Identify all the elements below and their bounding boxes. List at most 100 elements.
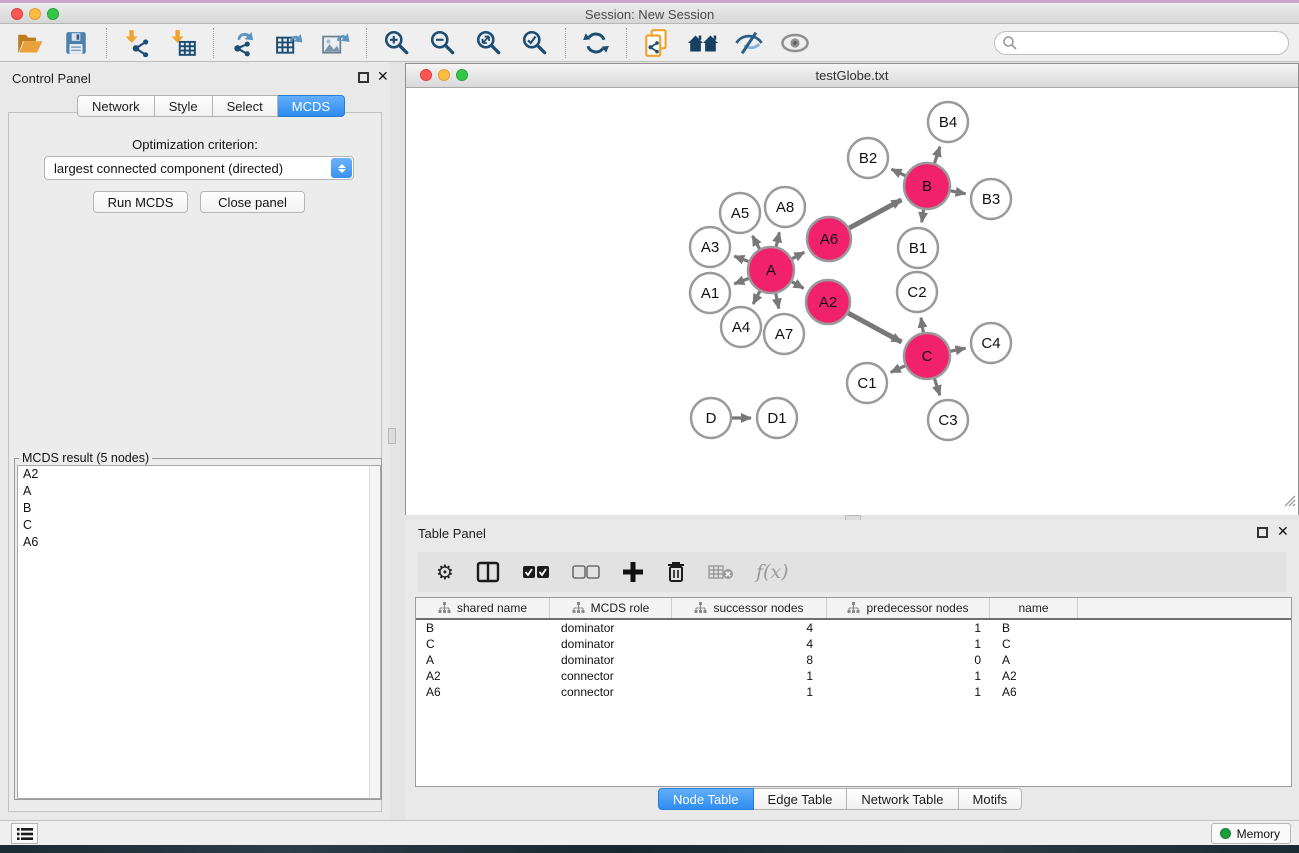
table-row[interactable]: A2connector11A2 bbox=[416, 668, 1291, 684]
network-edge[interactable] bbox=[792, 282, 804, 289]
close-panel-button[interactable]: Close panel bbox=[200, 191, 305, 213]
network-node-A8[interactable]: A8 bbox=[765, 187, 805, 227]
network-edge[interactable] bbox=[934, 379, 939, 395]
network-edge[interactable] bbox=[753, 291, 760, 304]
table-options-gear-icon[interactable]: ⚙ bbox=[436, 562, 454, 582]
import-network-icon[interactable] bbox=[121, 28, 153, 58]
save-session-icon[interactable] bbox=[60, 28, 92, 58]
export-table-icon[interactable] bbox=[274, 28, 306, 58]
search-input[interactable] bbox=[994, 31, 1289, 55]
refresh-icon[interactable] bbox=[580, 28, 612, 58]
column-header-successor-nodes[interactable]: successor nodes bbox=[672, 598, 827, 618]
network-node-B1[interactable]: B1 bbox=[898, 228, 938, 268]
home-icon[interactable] bbox=[687, 28, 719, 58]
network-edge[interactable] bbox=[776, 294, 779, 309]
dropdown-stepper-icon[interactable] bbox=[331, 158, 352, 178]
network-node-C4[interactable]: C4 bbox=[971, 323, 1011, 363]
network-node-D[interactable]: D bbox=[691, 398, 731, 438]
table-row[interactable]: Cdominator41C bbox=[416, 636, 1291, 652]
resize-grip-icon[interactable] bbox=[1283, 494, 1296, 512]
network-edge[interactable] bbox=[752, 236, 759, 249]
vertical-splitter-grip[interactable] bbox=[388, 428, 396, 444]
network-graph-canvas[interactable]: B4B2BB3A5A8A6B1A3AA1C2A2A4A7C4CC1C3DD1 bbox=[406, 88, 1298, 515]
network-node-B2[interactable]: B2 bbox=[848, 138, 888, 178]
network-node-A[interactable]: A bbox=[748, 247, 794, 293]
tab-network[interactable]: Network bbox=[77, 95, 155, 117]
network-edge[interactable] bbox=[849, 200, 901, 228]
delete-rows-trash-icon[interactable] bbox=[666, 561, 686, 583]
import-table-icon[interactable] bbox=[167, 28, 199, 58]
network-edge[interactable] bbox=[848, 313, 901, 342]
hide-panels-eye-icon[interactable] bbox=[733, 28, 765, 58]
open-session-icon[interactable] bbox=[14, 28, 46, 58]
mcds-result-list[interactable]: A2ABCA6 bbox=[17, 465, 381, 799]
network-edge[interactable] bbox=[734, 278, 748, 283]
show-panels-eye-icon[interactable] bbox=[779, 28, 811, 58]
network-node-D1[interactable]: D1 bbox=[757, 398, 797, 438]
close-panel-icon[interactable]: ✕ bbox=[377, 69, 389, 83]
table-row[interactable]: A6connector11A6 bbox=[416, 684, 1291, 700]
tab-style[interactable]: Style bbox=[155, 95, 213, 117]
network-window-titlebar[interactable]: testGlobe.txt bbox=[406, 64, 1298, 88]
table-row[interactable]: Bdominator41B bbox=[416, 620, 1291, 636]
network-node-A2[interactable]: A2 bbox=[806, 280, 850, 324]
duplicate-network-icon[interactable] bbox=[641, 28, 673, 58]
scrollbar-track[interactable] bbox=[369, 466, 380, 798]
run-mcds-button[interactable]: Run MCDS bbox=[93, 191, 188, 213]
tab-network-table[interactable]: Network Table bbox=[847, 788, 958, 810]
network-node-A6[interactable]: A6 bbox=[807, 217, 851, 261]
add-row-plus-icon[interactable] bbox=[622, 561, 644, 583]
network-edge[interactable] bbox=[922, 210, 924, 223]
network-edge[interactable] bbox=[891, 366, 905, 372]
zoom-fit-icon[interactable] bbox=[473, 28, 505, 58]
optimization-criterion-dropdown[interactable]: largest connected component (directed) bbox=[44, 156, 354, 180]
float-panel-icon[interactable] bbox=[358, 72, 369, 83]
show-columns-icon[interactable] bbox=[476, 561, 500, 583]
network-edge[interactable] bbox=[734, 256, 748, 261]
table-row[interactable]: Adominator80A bbox=[416, 652, 1291, 668]
network-node-A5[interactable]: A5 bbox=[720, 193, 760, 233]
deselect-all-icon[interactable] bbox=[572, 564, 600, 580]
result-list-item[interactable]: A2 bbox=[18, 466, 380, 483]
network-edge[interactable] bbox=[951, 348, 966, 351]
column-header-name[interactable]: name bbox=[990, 598, 1078, 618]
export-network-icon[interactable] bbox=[228, 28, 260, 58]
column-header-predecessor-nodes[interactable]: predecessor nodes bbox=[827, 598, 990, 618]
delete-table-icon[interactable] bbox=[708, 563, 734, 581]
tab-select[interactable]: Select bbox=[213, 95, 278, 117]
column-header-shared-name[interactable]: shared name bbox=[416, 598, 550, 618]
network-edge[interactable] bbox=[934, 147, 939, 163]
network-edge[interactable] bbox=[776, 232, 779, 246]
result-list-item[interactable]: A bbox=[18, 483, 380, 500]
tab-motifs[interactable]: Motifs bbox=[959, 788, 1023, 810]
network-node-A7[interactable]: A7 bbox=[764, 314, 804, 354]
column-header-mcds-role[interactable]: MCDS role bbox=[550, 598, 672, 618]
function-builder-icon[interactable]: f(x) bbox=[756, 561, 789, 583]
network-node-A1[interactable]: A1 bbox=[690, 273, 730, 313]
network-edge[interactable] bbox=[951, 191, 966, 194]
network-node-C1[interactable]: C1 bbox=[847, 363, 887, 403]
network-node-C2[interactable]: C2 bbox=[897, 272, 937, 312]
result-list-item[interactable]: C bbox=[18, 517, 380, 534]
network-node-B[interactable]: B bbox=[904, 163, 950, 209]
tab-mcds[interactable]: MCDS bbox=[278, 95, 345, 117]
select-all-icon[interactable] bbox=[522, 564, 550, 580]
network-node-C3[interactable]: C3 bbox=[928, 400, 968, 440]
node-table[interactable]: shared name MCDS role successor nodes pr… bbox=[415, 597, 1292, 787]
titlebar[interactable]: Session: New Session bbox=[0, 3, 1299, 24]
zoom-in-icon[interactable] bbox=[381, 28, 413, 58]
memory-button[interactable]: Memory bbox=[1211, 823, 1291, 844]
network-edge[interactable] bbox=[891, 169, 905, 176]
zoom-out-icon[interactable] bbox=[427, 28, 459, 58]
zoom-selected-icon[interactable] bbox=[519, 28, 551, 58]
network-edge[interactable] bbox=[792, 252, 804, 258]
network-node-C[interactable]: C bbox=[904, 333, 950, 379]
result-list-item[interactable]: B bbox=[18, 500, 380, 517]
float-panel-icon[interactable] bbox=[1257, 527, 1268, 538]
network-edge[interactable] bbox=[921, 318, 923, 333]
tab-node-table[interactable]: Node Table bbox=[658, 788, 754, 810]
tab-edge-table[interactable]: Edge Table bbox=[754, 788, 848, 810]
network-node-A3[interactable]: A3 bbox=[690, 227, 730, 267]
export-image-icon[interactable] bbox=[320, 28, 352, 58]
network-node-A4[interactable]: A4 bbox=[721, 307, 761, 347]
